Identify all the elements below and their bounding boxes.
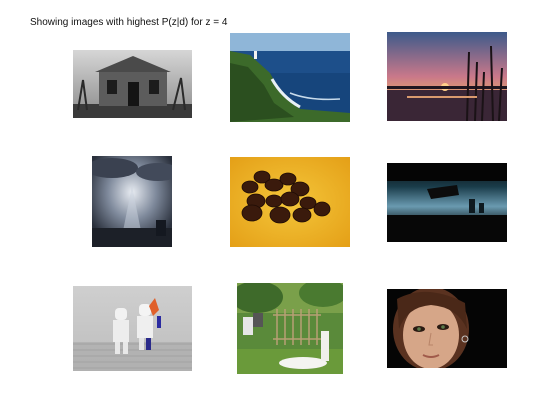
abandoned-house-photo <box>73 50 192 118</box>
sunset-over-water-reeds-photo <box>387 32 507 121</box>
woman-portrait-photo <box>387 289 507 368</box>
dusk-skyline-silhouette-photo <box>387 163 507 242</box>
dramatic-clouds-sunrays-photo <box>92 156 172 247</box>
coastal-cliff-ocean-photo <box>230 33 350 122</box>
toy-stormtroopers-photo <box>73 286 192 371</box>
figure-title: Showing images with highest P(z|d) for z… <box>30 17 228 28</box>
coffee-beans-closeup-photo <box>230 157 350 247</box>
garden-statue-fence-photo <box>237 283 343 374</box>
